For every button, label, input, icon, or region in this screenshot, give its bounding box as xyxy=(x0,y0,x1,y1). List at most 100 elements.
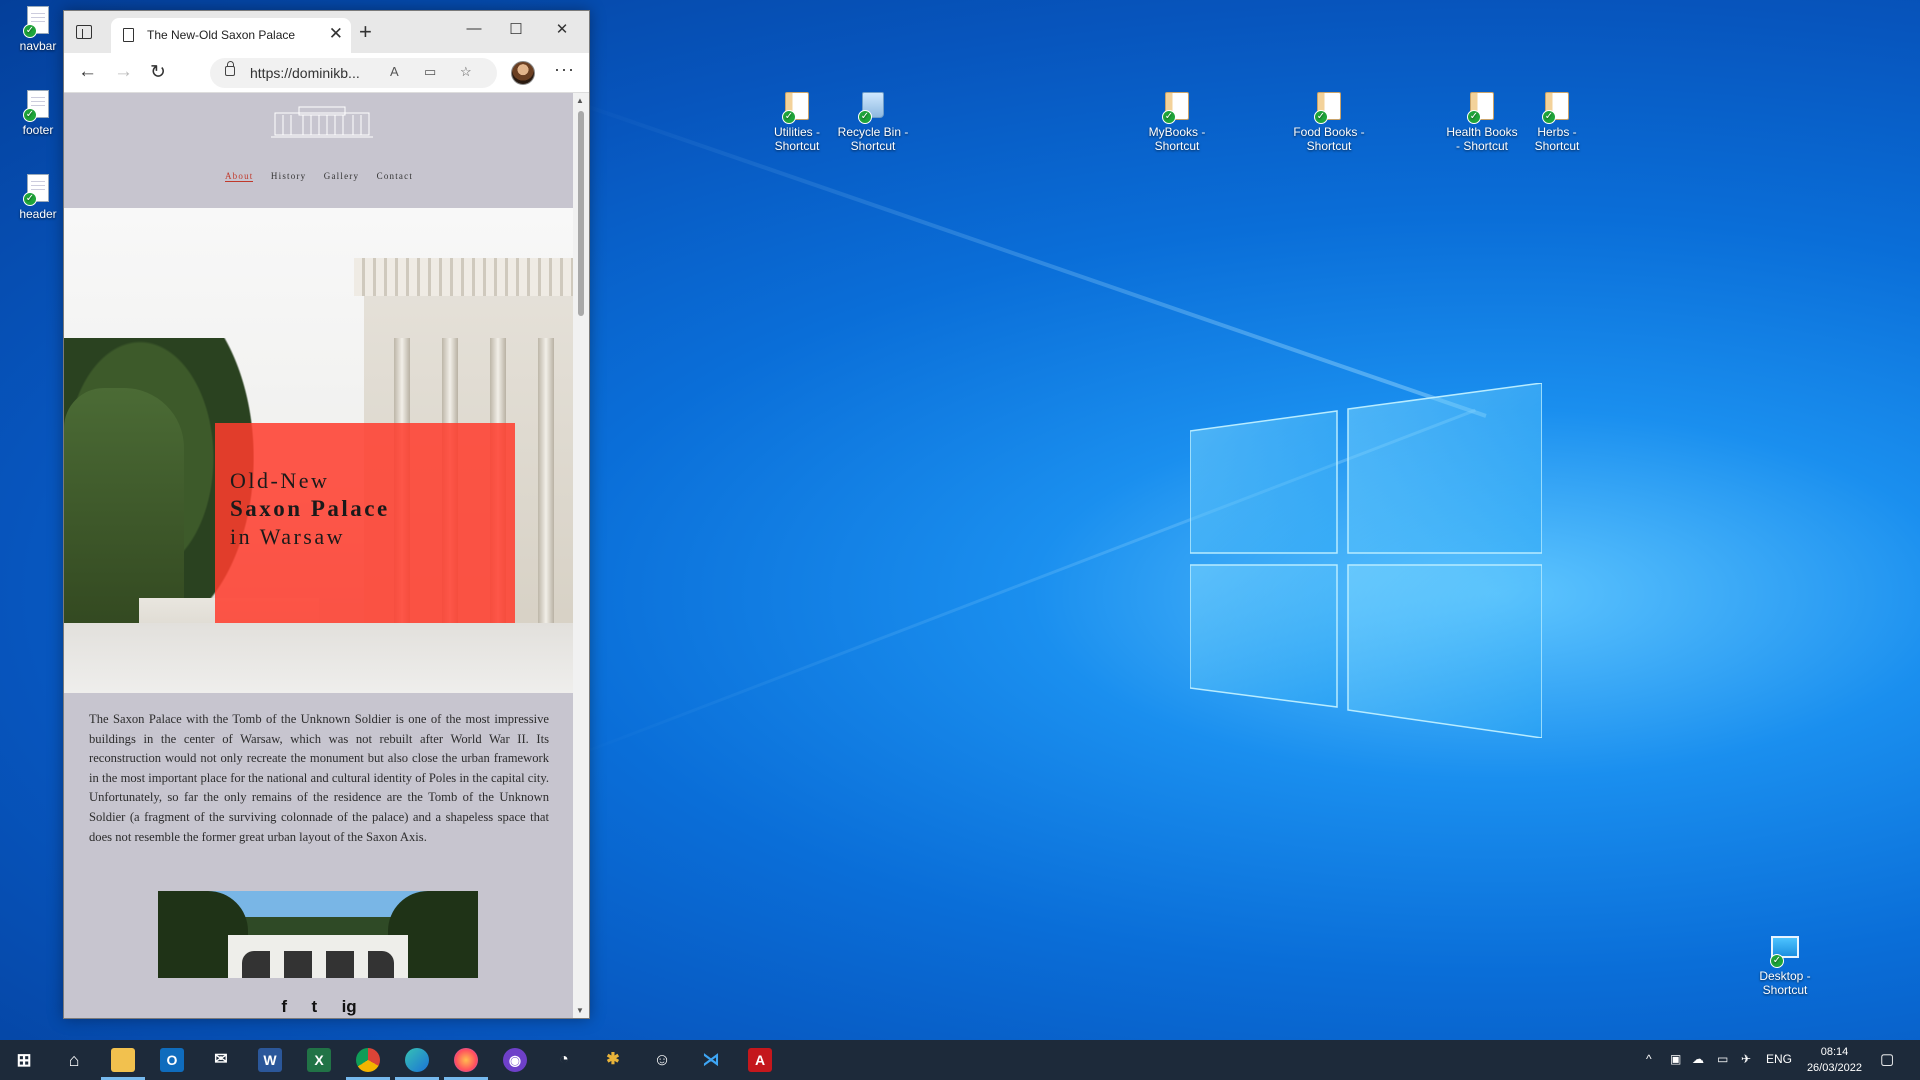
slack-icon[interactable]: ✱ xyxy=(601,1048,625,1072)
desktop-icon-recycle-bin-shortcut[interactable]: ✓ Recycle Bin - Shortcut xyxy=(831,92,915,153)
desktop-icon-herbs-shortcut[interactable]: ✓ Herbs - Shortcut xyxy=(1515,92,1599,153)
tab-active[interactable]: The New-Old Saxon Palace ✕ xyxy=(111,18,351,53)
sync-check-icon: ✓ xyxy=(782,110,796,124)
hero-balustrade xyxy=(354,258,574,296)
sync-check-icon: ✓ xyxy=(858,110,872,124)
page-scrollbar[interactable]: ▲ ▼ xyxy=(573,93,589,1018)
speedometer-icon[interactable]: ◔ xyxy=(552,1048,576,1072)
palace-logo[interactable] xyxy=(269,103,375,143)
minimize-button[interactable]: — xyxy=(454,20,494,37)
nav-link-contact[interactable]: Contact xyxy=(377,171,413,181)
hero-title-line3: in Warsaw xyxy=(230,524,346,549)
desktop-icon-label: Shortcut xyxy=(1154,139,1200,153)
acrobat-icon[interactable]: A xyxy=(748,1048,772,1072)
sync-check-icon: ✓ xyxy=(23,24,37,38)
vscode-icon[interactable]: ⋊ xyxy=(699,1048,723,1072)
address-bar[interactable]: https://dominikb... A ▭ ☆ xyxy=(210,58,497,88)
nav-link-history[interactable]: History xyxy=(271,171,306,181)
new-tab-button[interactable]: + xyxy=(359,19,372,45)
scroll-down-icon[interactable]: ▼ xyxy=(576,1006,584,1015)
desktop-icon-desktop-shortcut[interactable]: ✓ Desktop - Shortcut xyxy=(1743,932,1827,997)
page-icon xyxy=(123,28,134,42)
profile-avatar[interactable] xyxy=(511,61,535,85)
scroll-up-icon[interactable]: ▲ xyxy=(576,96,584,105)
desktop-icon-label: Shortcut xyxy=(1306,139,1352,153)
hero-plaza xyxy=(64,623,574,693)
scrollbar-thumb[interactable] xyxy=(578,111,584,316)
firefox-icon[interactable] xyxy=(454,1048,478,1072)
favorite-star-icon[interactable]: ☆ xyxy=(460,64,472,80)
clock[interactable]: 08:14 26/03/2022 xyxy=(1807,1044,1862,1076)
desktop-icon-utilities-shortcut[interactable]: ✓ Utilities - Shortcut xyxy=(755,92,839,153)
excel-icon[interactable]: X xyxy=(307,1048,331,1072)
hero-image: Old-New Saxon Palace in Warsaw xyxy=(64,208,574,693)
sync-check-icon: ✓ xyxy=(1162,110,1176,124)
desktop-icon-mybooks-shortcut[interactable]: ✓ MyBooks - Shortcut xyxy=(1135,92,1219,153)
tab-close-icon[interactable]: ✕ xyxy=(329,24,343,44)
lock-icon xyxy=(225,61,235,76)
sync-check-icon: ✓ xyxy=(1770,954,1784,968)
desktop-icon-label: Shortcut xyxy=(774,139,820,153)
mail-icon[interactable]: ✉ xyxy=(209,1048,233,1072)
desktop-icon-label: Shortcut xyxy=(1534,139,1580,153)
emoji-app-icon[interactable]: ☺ xyxy=(650,1048,674,1072)
desktop-icon-label: Health Books xyxy=(1446,125,1518,139)
onedrive-cloud-icon[interactable]: ☁ xyxy=(1692,1052,1704,1066)
forward-arrow-icon[interactable]: → xyxy=(114,61,133,83)
url-text: https://dominikb... xyxy=(250,65,360,81)
desktop-icon-label: Herbs - xyxy=(1537,125,1577,139)
nav-link-gallery[interactable]: Gallery xyxy=(324,171,359,181)
sync-check-icon: ✓ xyxy=(1467,110,1481,124)
hero-title-line2: Saxon Palace xyxy=(230,496,390,521)
notifications-icon[interactable]: ▢ xyxy=(1880,1050,1894,1068)
outlook-icon[interactable]: O xyxy=(160,1048,184,1072)
meet-now-icon[interactable]: ▣ xyxy=(1670,1052,1681,1066)
hero-title-line1: Old-New xyxy=(230,468,330,493)
instagram-icon[interactable]: ig xyxy=(342,997,357,1017)
site-nav: About History Gallery Contact xyxy=(64,171,574,182)
refresh-icon[interactable]: ↻ xyxy=(150,61,166,84)
tab-title: The New-Old Saxon Palace xyxy=(147,28,296,42)
facebook-icon[interactable]: f xyxy=(281,997,287,1017)
desktop-icon-label: Food Books - xyxy=(1293,125,1365,139)
hero-title-box xyxy=(215,423,515,623)
chrome-icon[interactable] xyxy=(356,1048,380,1072)
desktop-icon-label: Shortcut xyxy=(850,139,896,153)
word-icon[interactable]: W xyxy=(258,1048,282,1072)
airplane-mode-icon[interactable]: ✈ xyxy=(1741,1052,1751,1066)
desktop-icon-food-books-shortcut[interactable]: ✓ Food Books - Shortcut xyxy=(1287,92,1371,153)
home-icon[interactable]: ⌂ xyxy=(62,1048,86,1072)
desktop-icon-health-books-shortcut[interactable]: ✓ Health Books - Shortcut xyxy=(1440,92,1524,153)
close-window-button[interactable]: ✕ xyxy=(542,20,582,38)
file-explorer-icon[interactable] xyxy=(111,1048,135,1072)
more-menu-icon[interactable]: ··· xyxy=(554,59,575,80)
windows-start-icon[interactable]: ⊞ xyxy=(12,1048,36,1072)
language-indicator[interactable]: ENG xyxy=(1766,1052,1792,1066)
read-aloud-icon[interactable]: A xyxy=(390,64,399,79)
desktop-icon-label: Recycle Bin - xyxy=(837,125,909,139)
sync-check-icon: ✓ xyxy=(1314,110,1328,124)
desktop-icon-label: Shortcut xyxy=(1762,983,1808,997)
sync-check-icon: ✓ xyxy=(23,192,37,206)
browser-toolbar: ← → ↻ https://dominikb... A ▭ ☆ ··· xyxy=(64,53,589,93)
social-links: f t ig xyxy=(64,997,574,1017)
desktop-icon-label: MyBooks - xyxy=(1148,125,1206,139)
tomb-photo xyxy=(158,891,478,978)
page-viewport: About History Gallery Contact Old-New Sa… xyxy=(64,93,574,1018)
show-hidden-icons-chevron-icon[interactable]: ^ xyxy=(1646,1052,1652,1066)
twitter-icon[interactable]: t xyxy=(311,997,317,1017)
tab-actions-icon[interactable] xyxy=(76,25,92,39)
clock-date: 26/03/2022 xyxy=(1806,1062,1862,1074)
battery-icon[interactable]: ▭ xyxy=(1717,1052,1728,1066)
tab-bar: The New-Old Saxon Palace ✕ + — ☐ ✕ xyxy=(64,11,589,53)
edge-icon[interactable] xyxy=(405,1048,429,1072)
site-header: About History Gallery Contact xyxy=(64,93,574,208)
desktop-icon-label: Utilities - xyxy=(773,125,820,139)
tomb-colonnade xyxy=(228,935,408,978)
github-icon[interactable]: ◉ xyxy=(503,1048,527,1072)
maximize-button[interactable]: ☐ xyxy=(496,20,536,38)
nav-link-about[interactable]: About xyxy=(224,171,254,182)
back-arrow-icon[interactable]: ← xyxy=(78,61,97,83)
intro-paragraph: The Saxon Palace with the Tomb of the Un… xyxy=(89,712,549,844)
immersive-reader-icon[interactable]: ▭ xyxy=(424,64,436,80)
